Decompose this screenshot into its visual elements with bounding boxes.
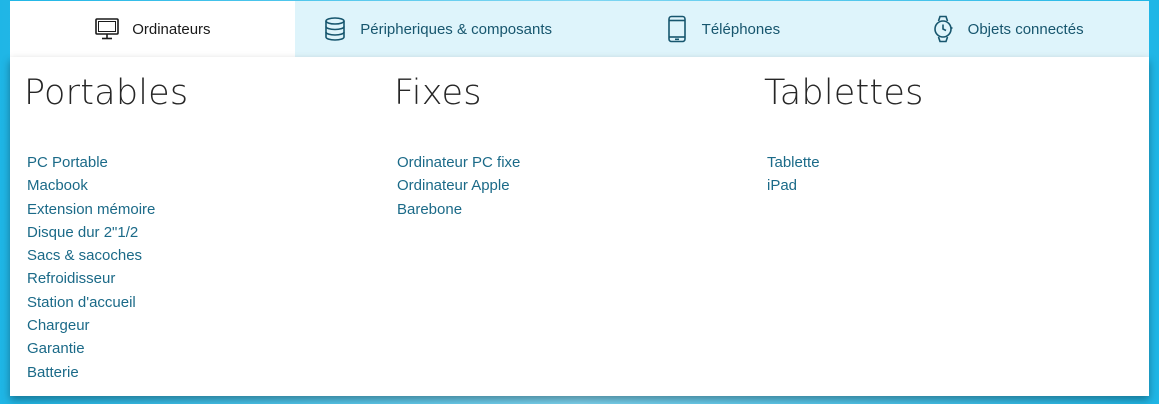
tab-ordinateurs[interactable]: Ordinateurs: [10, 1, 295, 57]
tab-label: Ordinateurs: [132, 20, 211, 38]
list-item: Ordinateur PC fixe: [397, 151, 520, 174]
smartwatch-icon: [930, 15, 956, 43]
tab-label: Objets connectés: [967, 20, 1084, 38]
smartphone-icon: [664, 15, 690, 43]
category-tab-bar: Ordinateurs Péripheriques & composants T…: [10, 1, 1149, 57]
column-heading: Portables: [24, 73, 189, 113]
menu-link[interactable]: Refroidisseur: [27, 270, 115, 287]
list-item: Chargeur: [27, 314, 155, 337]
tab-objets-connectes[interactable]: Objets connectés: [864, 1, 1149, 57]
link-list: Ordinateur PC fixe Ordinateur Apple Bare…: [397, 151, 520, 221]
list-item: Batterie: [27, 361, 155, 384]
list-item: Ordinateur Apple: [397, 174, 520, 197]
menu-link[interactable]: Ordinateur Apple: [397, 177, 510, 194]
database-stack-icon: [322, 16, 348, 42]
list-item: iPad: [767, 174, 820, 197]
menu-link[interactable]: iPad: [767, 177, 797, 194]
monitor-icon: [94, 16, 120, 42]
list-item: Station d'accueil: [27, 291, 155, 314]
list-item: Sacs & sacoches: [27, 244, 155, 267]
menu-link[interactable]: PC Portable: [27, 154, 108, 171]
menu-link[interactable]: Sacs & sacoches: [27, 247, 142, 264]
tab-label: Péripheriques & composants: [360, 20, 553, 38]
mega-menu-panel: Portables PC Portable Macbook Extension …: [10, 57, 1149, 396]
list-item: Disque dur 2"1/2: [27, 221, 155, 244]
menu-link[interactable]: Barebone: [397, 201, 462, 218]
list-item: Garantie: [27, 337, 155, 360]
tab-telephones[interactable]: Téléphones: [580, 1, 865, 57]
list-item: Macbook: [27, 174, 155, 197]
menu-link[interactable]: Tablette: [767, 154, 820, 171]
menu-link[interactable]: Disque dur 2"1/2: [27, 224, 138, 241]
list-item: Refroidisseur: [27, 267, 155, 290]
menu-link[interactable]: Chargeur: [27, 317, 90, 334]
tab-label: Téléphones: [701, 20, 781, 38]
menu-link[interactable]: Macbook: [27, 177, 88, 194]
list-item: Tablette: [767, 151, 820, 174]
menu-link[interactable]: Station d'accueil: [27, 294, 136, 311]
list-item: PC Portable: [27, 151, 155, 174]
menu-link[interactable]: Garantie: [27, 340, 85, 357]
list-item: Extension mémoire: [27, 198, 155, 221]
menu-link[interactable]: Ordinateur PC fixe: [397, 154, 520, 171]
list-item: Barebone: [397, 198, 520, 221]
menu-link[interactable]: Extension mémoire: [27, 201, 155, 218]
column-heading: Fixes: [394, 73, 482, 113]
link-list: PC Portable Macbook Extension mémoire Di…: [27, 151, 155, 384]
menu-link[interactable]: Batterie: [27, 364, 79, 381]
column-heading: Tablettes: [764, 73, 924, 113]
tab-peripheriques-composants[interactable]: Péripheriques & composants: [295, 1, 580, 57]
link-list: Tablette iPad: [767, 151, 820, 198]
